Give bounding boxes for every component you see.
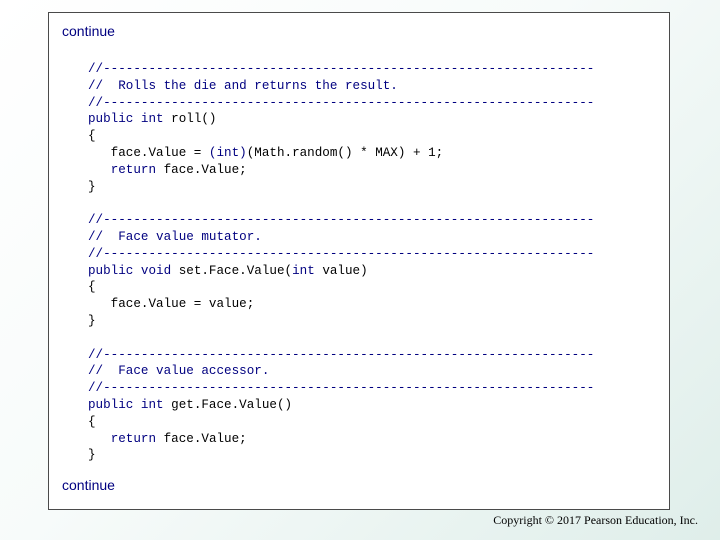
code-keyword: return xyxy=(110,431,164,446)
code-comment: //--------------------------------------… xyxy=(88,347,595,362)
code-text: face.Value = value; xyxy=(88,297,255,312)
code-comment: //--------------------------------------… xyxy=(88,246,595,261)
code-comment: //--------------------------------------… xyxy=(88,95,595,110)
code-text: { xyxy=(88,129,96,144)
code-text: get.Face.Value() xyxy=(171,397,293,412)
continue-label-bottom: continue xyxy=(62,477,115,493)
code-keyword: (int) xyxy=(208,145,247,160)
copyright-notice: Copyright © 2017 Pearson Education, Inc. xyxy=(493,513,698,527)
code-text: (Math.random() * MAX) + 1; xyxy=(246,145,444,160)
code-line: public int roll() xyxy=(88,111,594,128)
code-keyword: public int xyxy=(88,397,172,412)
code-text: } xyxy=(88,313,96,328)
code-text: face.Value; xyxy=(163,162,247,177)
code-line: { xyxy=(88,128,594,145)
code-comment: //--------------------------------------… xyxy=(88,213,595,228)
code-line: public int get.Face.Value() xyxy=(88,397,594,414)
code-comment: //--------------------------------------… xyxy=(88,381,595,396)
code-text: { xyxy=(88,414,96,429)
code-keyword: public void xyxy=(88,263,179,278)
code-text: face.Value; xyxy=(163,431,247,446)
code-text: value) xyxy=(322,263,368,278)
code-line: public void set.Face.Value(int value) xyxy=(88,263,594,280)
code-line: // Face value accessor. xyxy=(88,363,594,380)
code-text: roll() xyxy=(171,112,217,127)
code-line: return face.Value; xyxy=(88,431,594,448)
code-line: //--------------------------------------… xyxy=(88,347,594,364)
code-comment: //--------------------------------------… xyxy=(88,62,595,76)
code-line: } xyxy=(88,313,594,330)
code-text: face.Value = xyxy=(88,145,209,160)
code-line: { xyxy=(88,414,594,431)
code-keyword: int xyxy=(292,263,323,278)
code-comment: // Face value mutator. xyxy=(88,229,262,244)
code-text: } xyxy=(88,448,96,463)
code-line: // Rolls the die and returns the result. xyxy=(88,78,594,95)
code-line: //--------------------------------------… xyxy=(88,95,594,112)
code-line: } xyxy=(88,179,594,196)
code-listing: //--------------------------------------… xyxy=(88,61,594,464)
code-keyword: return xyxy=(110,162,164,177)
code-line: // Face value mutator. xyxy=(88,229,594,246)
code-text: set.Face.Value( xyxy=(178,263,293,278)
code-line: //--------------------------------------… xyxy=(88,246,594,263)
code-text: } xyxy=(88,179,96,194)
code-slide-panel: continue //-----------------------------… xyxy=(48,12,670,510)
code-line: return face.Value; xyxy=(88,162,594,179)
code-line: { xyxy=(88,279,594,296)
code-line: //--------------------------------------… xyxy=(88,212,594,229)
code-line: face.Value = value; xyxy=(88,296,594,313)
code-comment: // Face value accessor. xyxy=(88,364,270,379)
code-line: } xyxy=(88,447,594,464)
code-line: //--------------------------------------… xyxy=(88,61,594,78)
code-line: //--------------------------------------… xyxy=(88,380,594,397)
code-keyword: public int xyxy=(88,112,172,127)
code-text: { xyxy=(88,280,96,295)
code-comment: // Rolls the die and returns the result. xyxy=(88,78,398,93)
continue-label-top: continue xyxy=(62,23,115,39)
code-line: face.Value = (int)(Math.random() * MAX) … xyxy=(88,145,594,162)
